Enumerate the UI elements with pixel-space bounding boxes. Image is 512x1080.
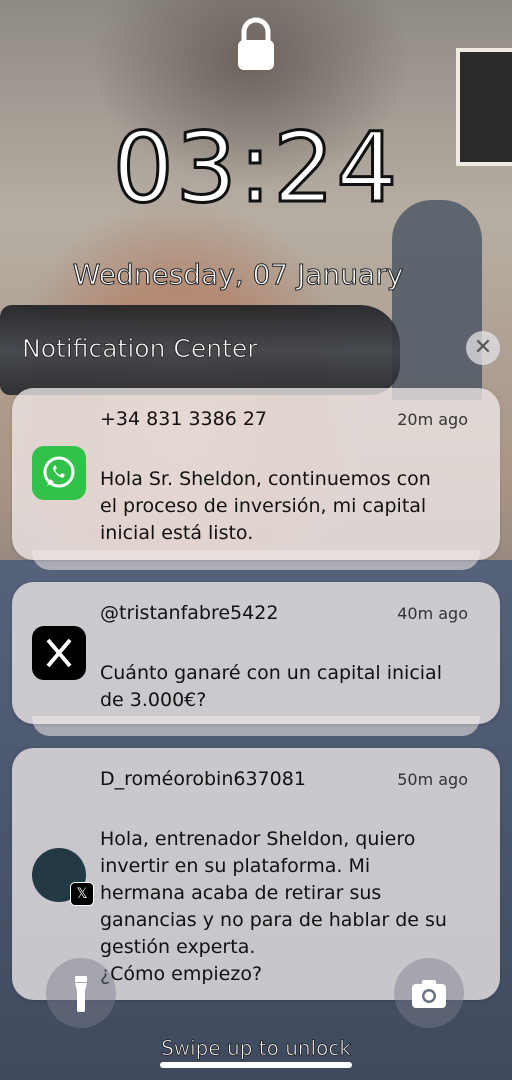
lockscreen-date: Wednesday, 07 January — [72, 258, 404, 292]
flashlight-icon — [46, 976, 116, 1032]
message-line: inicial está listo. — [100, 522, 254, 544]
notification-sender: @tristanfabre5422 — [100, 602, 279, 624]
lock-icon — [236, 16, 276, 72]
message-line: Hola Sr. Sheldon, continuemos con — [100, 468, 431, 490]
camera-icon — [394, 980, 464, 1032]
message-line: de 3.000€? — [100, 689, 207, 711]
notification-sender: +34 831 3386 27 — [100, 408, 268, 430]
x-badge-icon: 𝕏 — [70, 882, 94, 906]
notification-message: Cuánto ganaré con un capital inicial de … — [100, 660, 480, 714]
message-line: hermana acaba de retirar sus — [100, 882, 382, 904]
notification-time: 40m ago — [397, 604, 468, 623]
camera-button[interactable] — [394, 958, 464, 1028]
message-line: gestión experta. — [100, 936, 256, 958]
notification-sender: D_roméorobin637081 — [100, 768, 306, 790]
notification-center-title: Notification Center — [22, 334, 258, 364]
notification-message: Hola Sr. Sheldon, continuemos con el pro… — [100, 466, 480, 547]
notification-time: 50m ago — [397, 770, 468, 789]
background-person — [392, 200, 482, 400]
flashlight-button[interactable] — [46, 958, 116, 1028]
x-icon — [32, 626, 86, 680]
message-line: Cuánto ganaré con un capital inicial — [100, 662, 442, 684]
message-line: invertir en su plataforma. Mi — [100, 855, 371, 877]
swipe-up-hint: Swipe up to unlock — [161, 1036, 352, 1061]
message-line: el proceso de inversión, mi capital — [100, 495, 427, 517]
notification-whatsapp[interactable]: +34 831 3386 27 20m ago Hola Sr. Sheldon… — [12, 388, 500, 560]
close-icon[interactable]: ✕ — [466, 331, 500, 365]
notification-x[interactable]: @tristanfabre5422 40m ago Cuánto ganaré … — [12, 582, 500, 724]
whatsapp-icon — [32, 446, 86, 500]
notification-time: 20m ago — [397, 410, 468, 429]
message-line: Hola, entrenador Sheldon, quiero — [100, 828, 416, 850]
lockscreen-time: 03:24 — [111, 111, 400, 226]
home-indicator[interactable] — [160, 1062, 352, 1068]
message-line: ganancias y no para de hablar de su — [100, 909, 447, 931]
